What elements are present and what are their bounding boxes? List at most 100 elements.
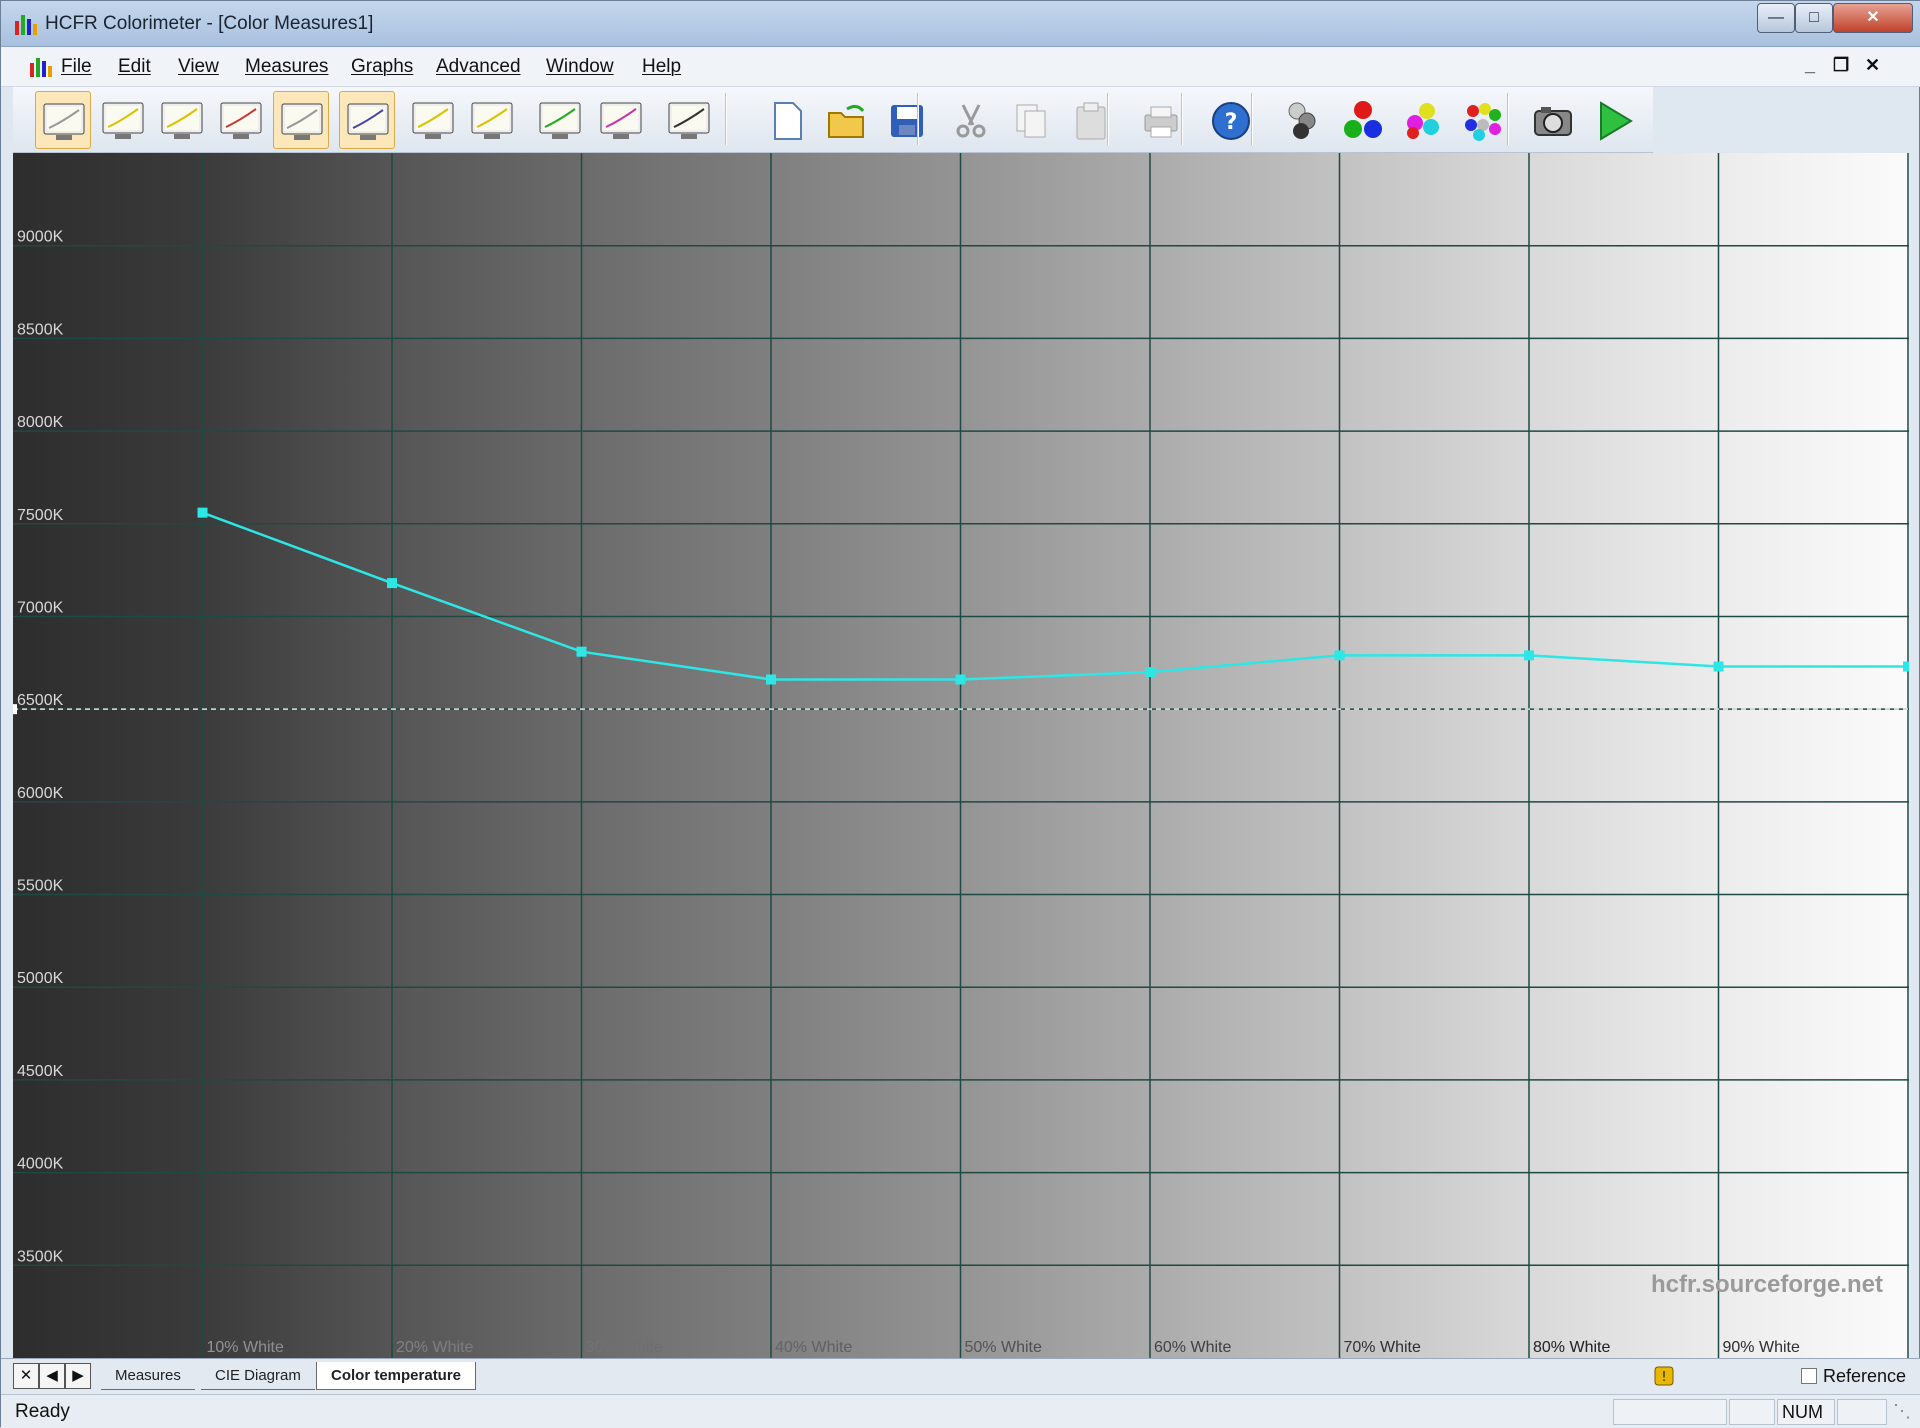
new-document-icon[interactable] [759, 91, 815, 149]
close-button[interactable]: ✕ [1833, 3, 1913, 33]
maximize-button[interactable]: □ [1795, 3, 1833, 33]
run-icon[interactable] [1587, 91, 1643, 149]
luminance-graph-icon[interactable] [154, 91, 210, 149]
menu-file[interactable]: File [61, 56, 92, 78]
cie-diagram-icon[interactable] [339, 91, 395, 149]
toolbar-separator [1251, 93, 1253, 145]
measure-secondaries-icon[interactable] [1395, 91, 1451, 149]
warning-icon: ! [1654, 1366, 1674, 1386]
toolbar: ? [13, 87, 1653, 153]
document-logo-icon[interactable] [29, 56, 53, 78]
x-tick-label: 80% White [1533, 1339, 1610, 1356]
menu-advanced[interactable]: Advanced [436, 56, 521, 78]
cut-icon[interactable] [943, 91, 999, 149]
menu-window[interactable]: Window [546, 56, 614, 78]
status-text: Ready [15, 1401, 70, 1422]
tab-color-temperature[interactable]: Color temperature [316, 1362, 477, 1390]
watermark: hcfr.sourceforge.net [1650, 1271, 1883, 1298]
x-tick-label: 90% White [1723, 1339, 1800, 1356]
near-black-icon[interactable] [405, 91, 461, 149]
y-tick-label: 8000K [17, 414, 64, 431]
toolbar-separator [1107, 93, 1109, 145]
x-tick-label: 30% White [586, 1339, 663, 1356]
menu-edit[interactable]: Edit [118, 56, 151, 78]
rgb-levels-icon[interactable] [213, 91, 269, 149]
near-white-icon[interactable] [464, 91, 520, 149]
tab-cie-diagram[interactable]: CIE Diagram [201, 1362, 315, 1390]
chart-canvas: 3500K 4000K 4500K 5000K 5500K 6000K 6500K 7000K… [13, 153, 1909, 1358]
menu-graphs[interactable]: Graphs [351, 56, 413, 78]
toolbar-separator [1507, 93, 1509, 145]
mdi-restore-button[interactable]: ❐ [1833, 55, 1849, 76]
saturation-luminance-icon[interactable] [593, 91, 649, 149]
toolbar-separator [917, 93, 919, 145]
spectrum-icon[interactable] [661, 91, 717, 149]
y-tick-label: 9000K [17, 229, 64, 246]
toolbar-separator [1181, 93, 1183, 145]
data-point [1713, 661, 1724, 672]
color-temperature-graph-icon[interactable] [273, 91, 329, 149]
menu-help[interactable]: Help [642, 56, 681, 78]
status-pane-2 [1729, 1399, 1775, 1425]
status-num: NUM [1777, 1399, 1835, 1425]
measures-view-icon[interactable] [35, 91, 91, 149]
data-point [955, 674, 966, 685]
x-tick-label: 50% White [965, 1339, 1042, 1356]
minimize-button[interactable]: — [1757, 3, 1795, 33]
save-icon[interactable] [879, 91, 935, 149]
x-tick-label: 10% White [207, 1339, 284, 1356]
camera-icon[interactable] [1525, 91, 1581, 149]
measure-primaries-icon[interactable] [1335, 91, 1391, 149]
data-point [197, 507, 208, 518]
tab-next-button[interactable]: ▶ [65, 1363, 91, 1389]
application-window: HCFR Colorimeter - [Color Measures1] — □… [0, 0, 1920, 1428]
x-tick-label: 70% White [1344, 1339, 1421, 1356]
data-point [1334, 650, 1345, 661]
menu-measures[interactable]: Measures [245, 56, 328, 78]
toolbar-separator [725, 93, 727, 145]
status-pane-1 [1613, 1399, 1727, 1425]
reference-checkbox[interactable] [1801, 1368, 1817, 1384]
data-point [1524, 650, 1534, 661]
status-pane-4 [1837, 1399, 1887, 1425]
y-tick-label: 6000K [17, 785, 64, 802]
x-tick-label: 20% White [396, 1339, 473, 1356]
data-point [576, 646, 587, 657]
reference-label: Reference [1823, 1366, 1907, 1386]
window-title: HCFR Colorimeter - [Color Measures1] [45, 13, 374, 34]
resize-grip-icon[interactable]: ⋱ [1889, 1399, 1915, 1425]
data-point [387, 578, 397, 589]
data-point [766, 674, 776, 685]
x-tick-label: 40% White [775, 1339, 852, 1356]
y-tick-label: 5000K [17, 970, 64, 987]
mdi-minimize-button[interactable]: _ [1805, 55, 1815, 76]
y-tick-label: 7500K [17, 507, 64, 524]
tab-measures[interactable]: Measures [101, 1362, 195, 1390]
data-point [1903, 661, 1909, 672]
measure-grays-icon[interactable] [1275, 91, 1331, 149]
menu-view[interactable]: View [178, 56, 219, 78]
paste-icon[interactable] [1063, 91, 1119, 149]
close-view-button[interactable]: ✕ [13, 1363, 39, 1389]
mdi-close-button[interactable]: ✕ [1865, 55, 1880, 76]
svg-text:?: ? [1225, 110, 1238, 135]
y-tick-label: 4500K [17, 1063, 64, 1080]
title-bar: HCFR Colorimeter - [Color Measures1] — □… [1, 1, 1920, 47]
y-tick-label: 7000K [17, 599, 64, 616]
tab-prev-button[interactable]: ◀ [39, 1363, 65, 1389]
measure-all-icon[interactable] [1455, 91, 1511, 149]
tab-bar: ✕ ◀ ▶ Measures CIE Diagram Color tempera… [1, 1358, 1920, 1394]
open-folder-icon[interactable] [819, 91, 875, 149]
copy-icon[interactable] [1003, 91, 1059, 149]
y-tick-label: 4000K [17, 1156, 64, 1173]
data-point [1145, 667, 1155, 678]
svg-text:!: ! [1661, 1370, 1666, 1385]
y-tick-label: 6500K [17, 692, 64, 709]
color-temperature-graph: 3500K 4000K 4500K 5000K 5500K 6000K 6500K 7000K… [13, 153, 1909, 1358]
reference-marker [13, 704, 17, 715]
x-tick-label: 60% White [1154, 1339, 1231, 1356]
status-bar: Ready NUM ⋱ [1, 1394, 1920, 1428]
gamma-graph-icon[interactable] [95, 91, 151, 149]
menu-bar: File Edit View Measures Graphs Advanced … [1, 47, 1920, 87]
saturation-shift-icon[interactable] [532, 91, 588, 149]
